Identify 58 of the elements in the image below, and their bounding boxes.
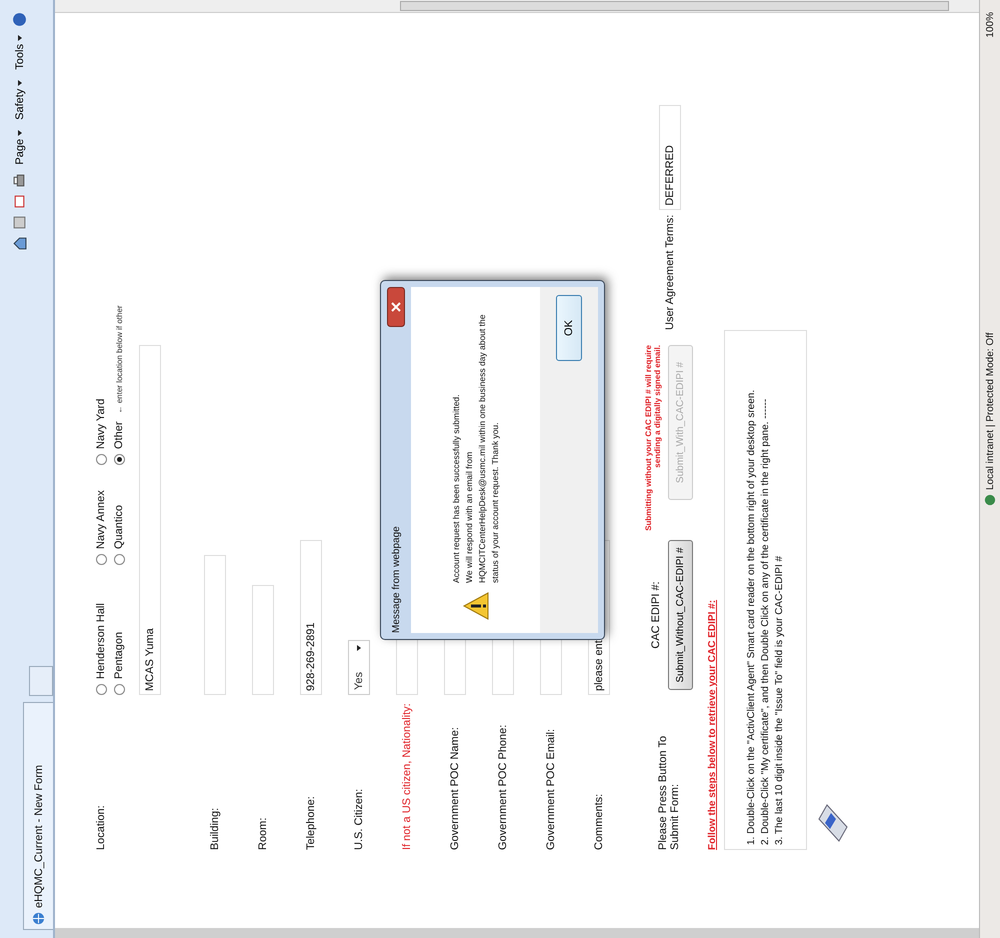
step-text: 1. Double-Click on the "ActivClient Agent" Smart card reader on the bottom right of your desktop sreen. xyxy=(746,388,757,845)
radio-label: Navy Yard xyxy=(95,398,107,449)
radio-button[interactable] xyxy=(96,454,106,465)
field-label: U.S. Citizen: xyxy=(353,788,365,850)
radio-button[interactable] xyxy=(96,554,106,565)
radio-label: Other xyxy=(113,421,125,449)
radio-button[interactable] xyxy=(96,684,106,695)
warning-icon xyxy=(462,591,490,621)
radio-label: Henderson Hall xyxy=(95,603,107,679)
new-tab-button[interactable] xyxy=(29,666,53,696)
submit-label: Please Press Button To Submit Form: xyxy=(656,734,681,850)
field-label: Government POC Name: xyxy=(449,726,461,850)
toolbar-menu[interactable]: Safety xyxy=(14,78,26,122)
scrollbar[interactable] xyxy=(55,0,979,13)
zone-text: Local intranet | Protected Mode: Off xyxy=(984,332,996,490)
step-text: 2. Double-Click "My certificate", and then Double Click on any of the certificate in the right pane. ------ xyxy=(760,398,771,845)
cac-label: CAC EDIPI #: xyxy=(650,581,662,649)
radio-label: Quantico xyxy=(113,504,125,549)
dialog-message: HQMCITCenterHelpDesk@usmc.mil within one business day about the xyxy=(477,314,487,583)
field-label: Government POC Phone: xyxy=(497,724,509,850)
tab-title: eHQMC_Current - New Form xyxy=(32,764,44,908)
zoom-level[interactable]: 100% xyxy=(984,12,996,38)
close-icon[interactable] xyxy=(387,287,405,327)
step-text: 3. The last 10 digit inside the "Issue To" field is your CAC-EDIPI # xyxy=(774,554,785,845)
home-icon[interactable] xyxy=(12,236,27,251)
radio-button[interactable] xyxy=(114,554,124,565)
terms-field[interactable]: DEFERRED xyxy=(659,104,681,210)
location-field[interactable]: MCAS Yuma xyxy=(139,345,161,695)
field-label: Telephone: xyxy=(305,795,317,850)
dialog-message: We will respond with an email from xyxy=(464,450,474,583)
submit-without-button[interactable]: Submit_Without_CAC-EDIPI # xyxy=(668,540,693,690)
terms-label: User Agreement Terms: xyxy=(664,214,676,330)
toolbar-menu[interactable]: Tools xyxy=(14,33,26,72)
ok-button[interactable]: OK xyxy=(556,295,582,361)
select-field[interactable]: Yes xyxy=(348,640,370,695)
field-label: If not a US citizen, Nationality: xyxy=(401,702,413,850)
help-icon[interactable] xyxy=(12,12,27,27)
field-label: Government POC Email: xyxy=(545,728,557,850)
text-field[interactable]: 928-269-2891 xyxy=(300,540,322,695)
field-label: Location: xyxy=(95,804,107,850)
browser-tab[interactable]: eHQMC_Current - New Form xyxy=(23,702,53,930)
text-field[interactable] xyxy=(252,585,274,695)
radio-button[interactable] xyxy=(114,684,124,695)
field-label: Comments: xyxy=(593,792,605,850)
dialog-title: Message from webpage xyxy=(390,526,402,633)
warning-note: Submitting without your CAC EDIPI # will require sending a digitally signed email. xyxy=(644,345,662,533)
steps-heading: Follow the steps below to retrieve your CAC EDIPI #: xyxy=(707,598,718,850)
dialog-message: status of your account request. Thank you. xyxy=(490,422,500,583)
dialog-message: Account request has been successfully submitted. xyxy=(451,393,461,583)
toolbar-menu[interactable]: Page xyxy=(14,128,26,167)
text-field[interactable] xyxy=(204,555,226,695)
print-icon[interactable] xyxy=(12,172,27,188)
field-label: Room: xyxy=(257,816,269,850)
radio-label: Pentagon xyxy=(113,632,125,679)
radio-button[interactable] xyxy=(114,454,124,465)
location-hint: ← enter location below if other xyxy=(114,305,124,414)
radio-label: Navy Annex xyxy=(95,490,107,549)
field-label: Building: xyxy=(209,806,221,850)
